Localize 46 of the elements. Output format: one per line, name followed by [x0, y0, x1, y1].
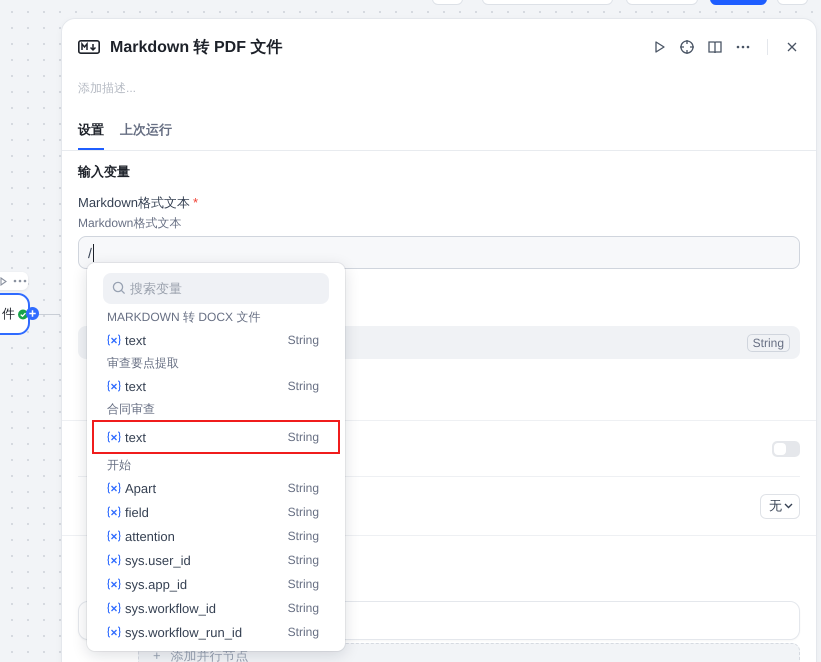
tab[interactable]: 设置 [78, 120, 104, 150]
variable-icon [107, 578, 121, 590]
book-icon[interactable] [707, 39, 723, 55]
required-mark: * [192, 195, 198, 210]
toggle-switch[interactable] [772, 440, 800, 456]
group-heading: 开始 [106, 457, 132, 474]
play-icon [0, 276, 7, 286]
variable-option[interactable]: sys.workflow_id String [103, 596, 329, 620]
input-field[interactable]: / [78, 236, 800, 269]
variable-icon [107, 334, 121, 346]
variable-icon [107, 431, 121, 443]
more-icon [13, 279, 27, 283]
search-icon [112, 281, 126, 295]
chevron-down-icon [784, 503, 793, 509]
field-description: Markdown格式文本 [78, 215, 182, 231]
field-label: Markdown格式文本 [78, 195, 190, 210]
variable-option[interactable]: text String [103, 328, 329, 352]
variable-option[interactable]: sys.app_id String [103, 572, 329, 596]
variable-icon [107, 482, 121, 494]
node-label: 件 [2, 305, 15, 323]
panel-title: Markdown 转 PDF 文件 [110, 37, 284, 58]
section-heading: 输入变量 [78, 163, 131, 181]
variable-icon [107, 554, 121, 566]
variable-option[interactable]: field String [103, 500, 329, 524]
group-heading: 合同审查 [106, 401, 156, 418]
variable-option[interactable]: attention String [103, 524, 329, 548]
workflow-node[interactable]: 件 [0, 293, 30, 335]
variable-menu[interactable] [87, 263, 345, 651]
variable-icon [107, 380, 121, 392]
tab[interactable]: 上次运行 [120, 120, 172, 150]
select-dropdown[interactable]: 无 [760, 494, 800, 518]
group-heading: MARKDOWN 转 DOCX 文件 [106, 309, 262, 326]
variable-icon [107, 530, 121, 542]
variable-icon [107, 626, 121, 638]
variable-icon [107, 506, 121, 518]
type-tag: String [746, 334, 790, 352]
variable-option[interactable]: Apart String [103, 476, 329, 500]
variable-option[interactable]: sys.user_id String [103, 548, 329, 572]
markdown-icon [78, 40, 100, 54]
variable-option[interactable]: text String [103, 425, 329, 449]
search-field[interactable]: 搜索变量 [103, 273, 329, 304]
variable-option[interactable]: text String [103, 374, 329, 398]
variable-option[interactable]: sys.workflow_run_id String [103, 620, 329, 644]
add-icon[interactable] [26, 307, 39, 320]
crosshair-icon[interactable] [679, 39, 695, 55]
variable-icon [107, 602, 121, 614]
